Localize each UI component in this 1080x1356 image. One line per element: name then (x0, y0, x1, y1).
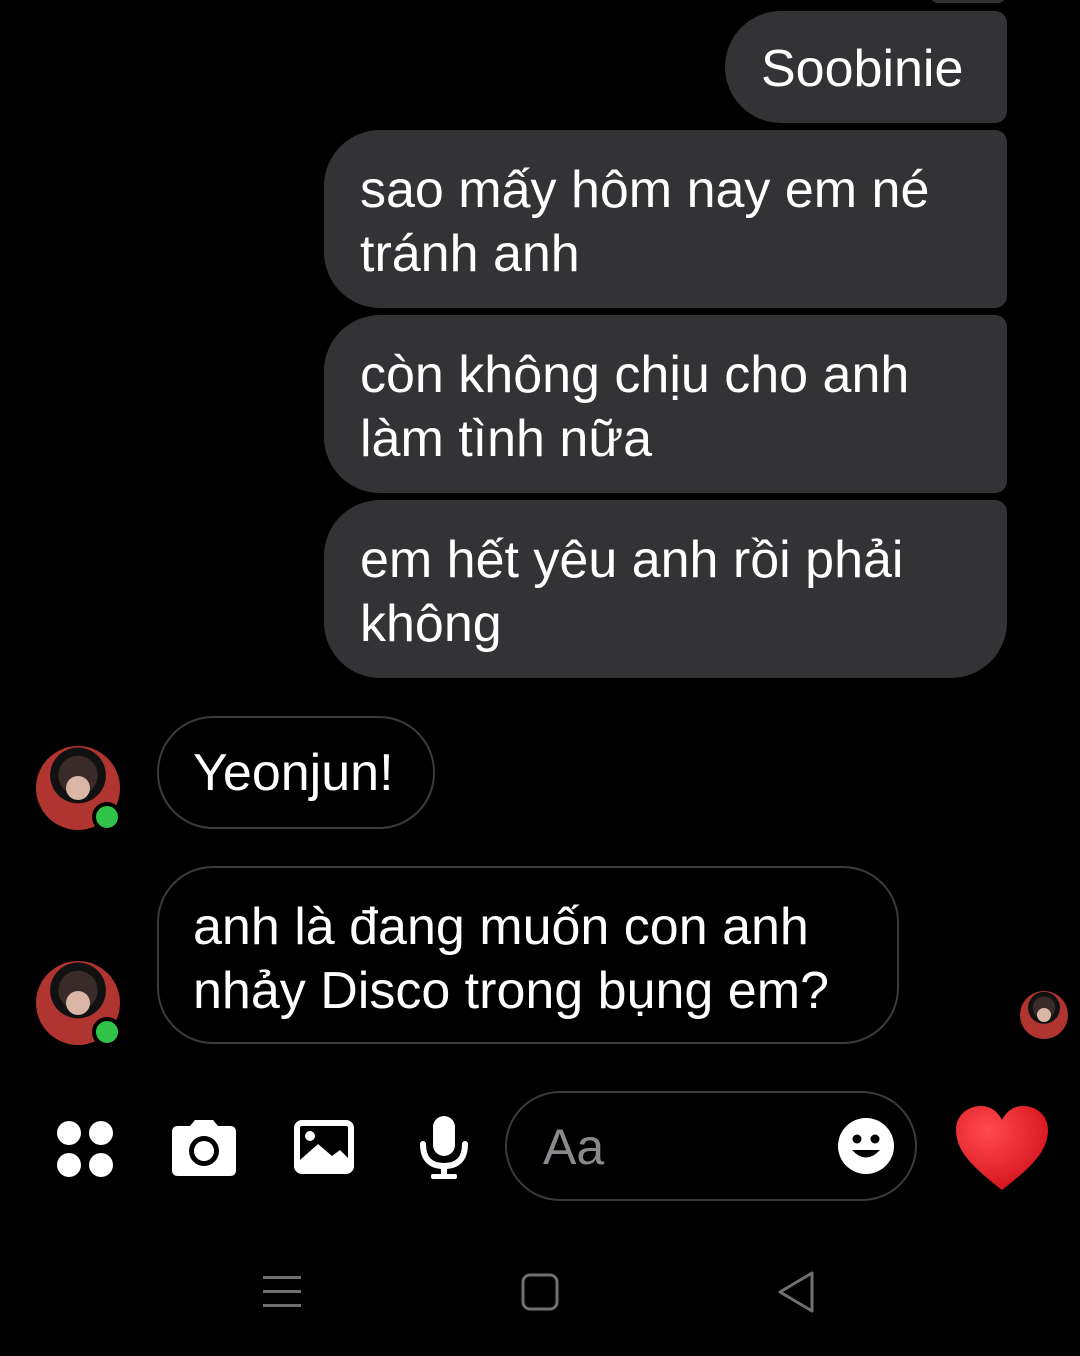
smiley-icon[interactable] (837, 1117, 895, 1175)
back-icon[interactable] (776, 1270, 816, 1314)
read-receipt-avatar (1020, 991, 1068, 1039)
avatar-face (1037, 1008, 1051, 1022)
outgoing-message[interactable]: còn không chịu cho anh làm tình nữa (324, 315, 1007, 493)
image-icon[interactable] (292, 1118, 356, 1176)
message-input[interactable] (541, 1115, 825, 1179)
heart-icon[interactable] (954, 1104, 1050, 1192)
outgoing-message[interactable]: sao mấy hôm nay em né tránh anh (324, 130, 1007, 308)
avatar-face (66, 776, 90, 800)
incoming-message[interactable]: anh là đang muốn con anh nhảy Disco tron… (157, 866, 899, 1044)
contact-avatar[interactable] (36, 746, 122, 832)
four-dots-icon[interactable] (56, 1120, 114, 1178)
incoming-message[interactable]: Yeonjun! (157, 716, 435, 829)
chat-screen: Soobinie sao mấy hôm nay em né tránh anh… (0, 0, 1080, 1356)
message-text: anh là đang muốn con anh nhảy Disco tron… (193, 898, 829, 1020)
previous-message-remnant (930, 0, 1006, 3)
home-icon[interactable] (521, 1273, 559, 1311)
recent-apps-icon[interactable] (262, 1274, 302, 1310)
online-status-dot (92, 802, 122, 832)
message-text: em hết yêu anh rồi phải không (360, 531, 904, 653)
message-composer[interactable] (505, 1091, 917, 1201)
avatar-face (66, 991, 90, 1015)
message-text: Yeonjun! (193, 744, 394, 802)
message-text: sao mấy hôm nay em né tránh anh (360, 161, 930, 283)
outgoing-message[interactable]: Soobinie (725, 11, 1007, 123)
message-text: Soobinie (761, 40, 964, 98)
camera-icon[interactable] (170, 1118, 238, 1178)
message-text: còn không chịu cho anh làm tình nữa (360, 346, 910, 468)
online-status-dot (92, 1017, 122, 1047)
outgoing-message[interactable]: em hết yêu anh rồi phải không (324, 500, 1007, 678)
contact-avatar[interactable] (36, 961, 122, 1047)
microphone-icon[interactable] (418, 1114, 470, 1180)
